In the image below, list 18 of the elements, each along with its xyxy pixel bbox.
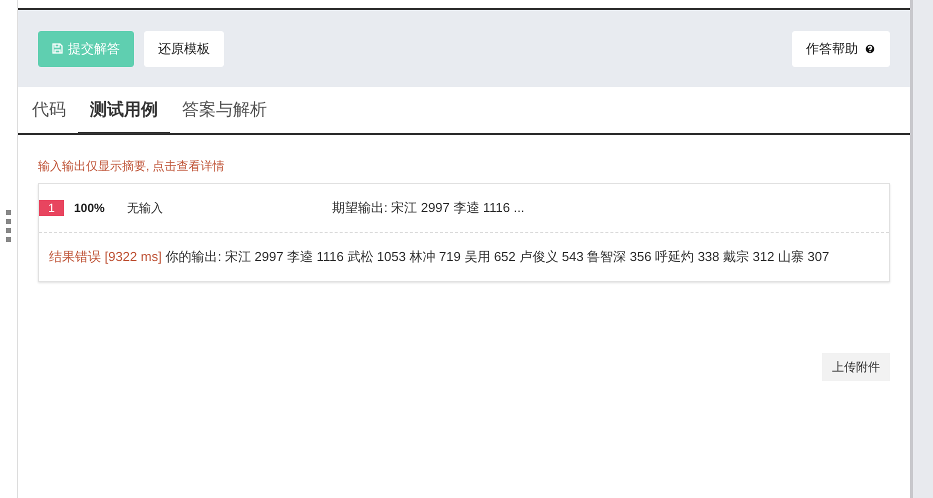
upload-button[interactable]: 上传附件 — [822, 353, 890, 381]
input-text: 无输入 — [127, 200, 164, 217]
test-case-card[interactable]: 1 100% 无输入 期望输出: 宋江 2997 李逵 1116 ... 结果错误 [9322 ms] 你的输出: 宋江 2997 李逵 1116 武松 1053 林冲 719 吴用 652 卢俊义 543 鲁智深 356 呼延灼 338 戴宗 312 山寨 307 — [38, 183, 890, 282]
drag-handle-icon[interactable] — [6, 210, 12, 244]
case-number: 1 — [39, 200, 64, 216]
reset-button[interactable]: 还原模板 — [144, 30, 224, 66]
tab[interactable]: 代码 — [20, 87, 78, 135]
score-text: 100% — [74, 200, 106, 217]
tab[interactable]: 答案与解析 — [170, 87, 279, 135]
scrollbar[interactable] — [910, 0, 933, 498]
tab[interactable]: 测试用例 — [78, 87, 170, 135]
actual-output-text: 你的输出: 宋江 2997 李逵 1116 武松 1053 林冲 719 吴用 652 卢俊义 543 鲁智深 356 呼延灼 338 戴宗 312 山寨 307 — [166, 248, 830, 266]
help-icon — [864, 42, 876, 54]
hint-text: 输入输出仅显示摘要, 点击查看详情 — [38, 158, 226, 175]
save-icon — [52, 43, 63, 54]
result-status: 结果错误 [9322 ms] — [49, 248, 162, 266]
help-button[interactable]: 作答帮助 — [792, 30, 890, 66]
expected-output-text: 期望输出: 宋江 2997 李逵 1116 ... — [332, 199, 524, 218]
